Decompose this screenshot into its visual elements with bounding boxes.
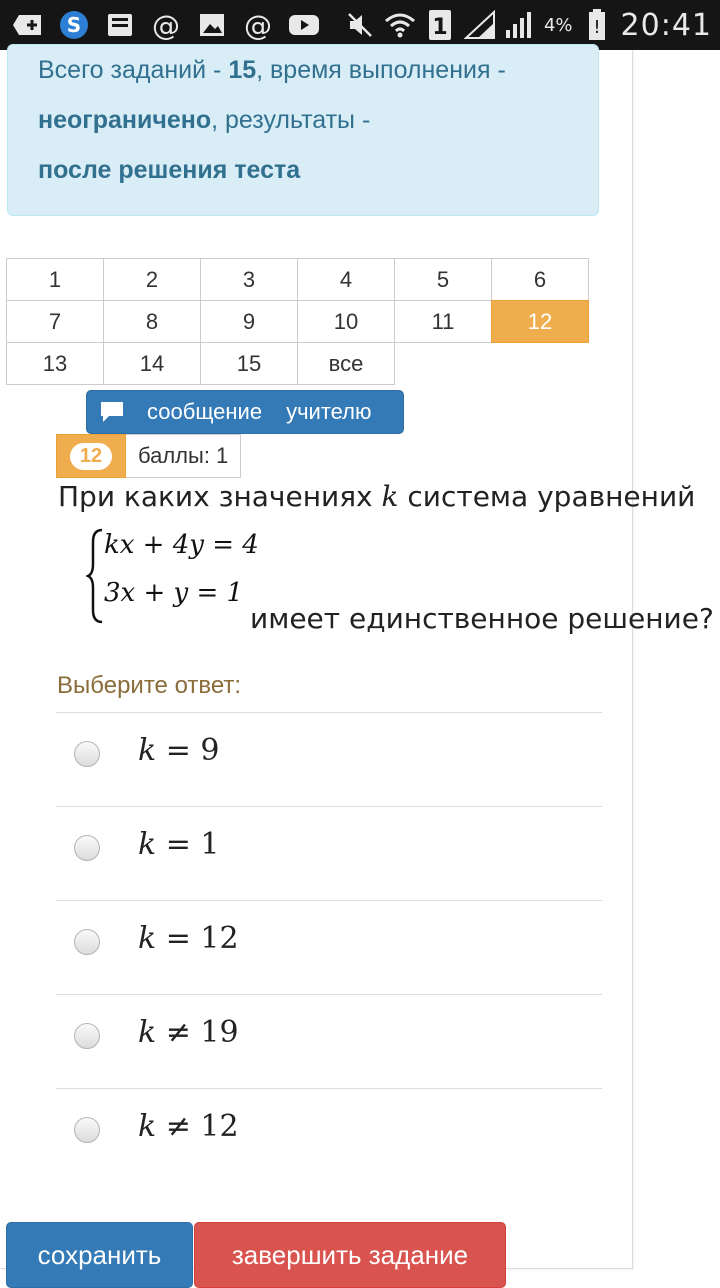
radio-button[interactable]: [74, 1117, 100, 1143]
test-info-alert: Всего заданий - 15, время выполнения - н…: [7, 44, 599, 216]
skype-icon: S: [58, 9, 90, 41]
battery-low-icon: !: [581, 9, 613, 41]
svg-text:!: !: [593, 17, 600, 38]
nav-question-7[interactable]: 7: [6, 300, 104, 343]
nav-question-6[interactable]: 6: [491, 258, 589, 301]
clock: 20:41: [620, 7, 712, 43]
nav-question-9[interactable]: 9: [200, 300, 298, 343]
save-button[interactable]: сохранить: [6, 1222, 193, 1288]
youtube-icon: [288, 9, 320, 41]
at-icon: @: [244, 8, 272, 42]
radio-button[interactable]: [74, 1023, 100, 1049]
nav-row: 13 14 15 все: [6, 342, 588, 385]
message-teacher-button[interactable]: сообщение учителю: [86, 390, 404, 434]
test-page: Всего заданий - 15, время выполнения - н…: [0, 44, 714, 1288]
message-button-label-2: учителю: [286, 399, 372, 424]
svg-text:S: S: [67, 13, 81, 37]
message-button-label-1: сообщение: [147, 399, 263, 424]
left-brace: [86, 528, 103, 624]
sim-1-icon: 1: [424, 9, 456, 41]
answer-option[interactable]: k ≠ 19: [56, 994, 602, 1088]
nav-question-10[interactable]: 10: [297, 300, 395, 343]
nav-row: 1 2 3 4 5 6: [6, 258, 589, 301]
nav-row: 7 8 9 10 11 12: [6, 300, 589, 343]
nav-question-13[interactable]: 13: [6, 342, 104, 385]
question-number-badge: 12: [56, 434, 126, 478]
battery-percent: 4%: [543, 14, 573, 36]
nav-question-2[interactable]: 2: [103, 258, 201, 301]
answer-option[interactable]: k ≠ 12: [56, 1088, 602, 1182]
question-tail: имеет единственное решение?: [250, 602, 714, 635]
status-bar: S @ @ 1 4% ! 20:41: [0, 0, 720, 50]
radio-button[interactable]: [74, 835, 100, 861]
answer-text: k ≠ 19: [138, 1015, 239, 1050]
radio-button[interactable]: [74, 929, 100, 955]
answer-text: k ≠ 12: [138, 1109, 239, 1144]
nav-question-1[interactable]: 1: [6, 258, 104, 301]
answer-text: k = 12: [138, 921, 239, 956]
info-line-3: после решения теста: [38, 156, 301, 184]
answer-text: k = 9: [138, 733, 220, 768]
chat-bubble-icon: [99, 401, 125, 423]
gallery-icon: [196, 9, 228, 41]
svg-text:1: 1: [432, 15, 447, 40]
equation-2: 3x + y = 1: [104, 578, 244, 608]
equation-1: kx + 4y = 4: [104, 530, 259, 560]
nav-question-11[interactable]: 11: [394, 300, 492, 343]
at-icon: @: [152, 8, 180, 42]
add-icon: [12, 9, 44, 41]
answer-text: k = 1: [138, 827, 220, 862]
nav-all-questions[interactable]: все: [297, 342, 395, 385]
points-label: баллы: 1: [126, 434, 242, 478]
wifi-icon: [384, 9, 416, 41]
nav-question-14[interactable]: 14: [103, 342, 201, 385]
choose-answer-label: Выберите ответ:: [57, 672, 242, 699]
info-line-1: Всего заданий - 15, время выполнения -: [38, 56, 506, 84]
nav-question-12-active[interactable]: 12: [491, 300, 589, 343]
inbox-icon: [104, 9, 136, 41]
answer-option[interactable]: k = 9: [56, 712, 602, 806]
radio-button[interactable]: [74, 741, 100, 767]
answer-option[interactable]: k = 1: [56, 806, 602, 900]
answer-option[interactable]: k = 12: [56, 900, 602, 994]
answer-list: k = 9 k = 1 k = 12 k ≠ 19 k ≠ 12: [56, 712, 602, 1182]
signal-icon: [463, 9, 496, 41]
question-text: При каких значениях k система уравнений: [58, 480, 696, 513]
question-navigation: 1 2 3 4 5 6 7 8 9 10 11 12 13 14 15 все: [6, 258, 589, 385]
nav-question-4[interactable]: 4: [297, 258, 395, 301]
info-line-2: неограничено, результаты -: [38, 106, 371, 134]
nav-question-15[interactable]: 15: [200, 342, 298, 385]
question-score: 12 баллы: 1: [56, 434, 242, 478]
nav-question-3[interactable]: 3: [200, 258, 298, 301]
nav-question-5[interactable]: 5: [394, 258, 492, 301]
signal-icon: [504, 9, 536, 41]
nav-question-8[interactable]: 8: [103, 300, 201, 343]
mute-icon: [344, 9, 376, 41]
finish-task-button[interactable]: завершить задание: [194, 1222, 506, 1288]
equation-system: kx + 4y = 4 3x + y = 1: [86, 526, 259, 626]
